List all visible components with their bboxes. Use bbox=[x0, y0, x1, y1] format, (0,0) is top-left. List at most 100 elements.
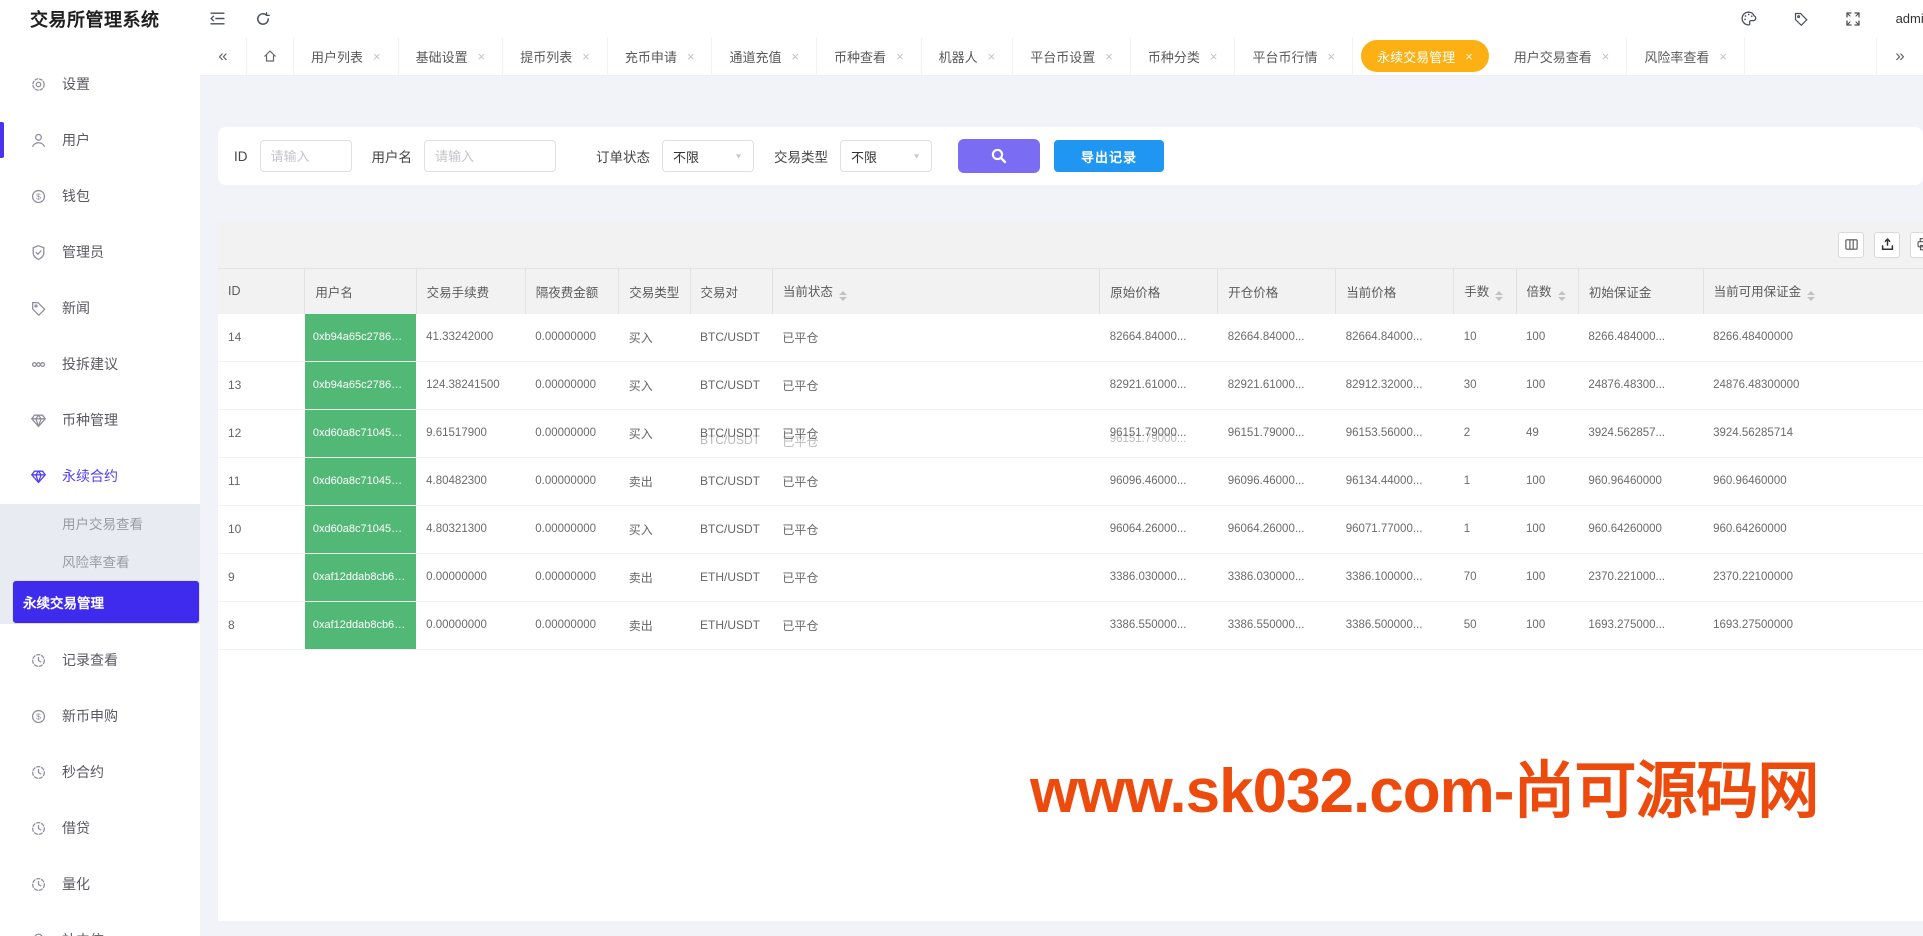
sidebar-item[interactable]: 新闻 bbox=[0, 280, 200, 336]
columns-filter-icon[interactable] bbox=[1838, 232, 1864, 258]
svg-text:$: $ bbox=[36, 711, 41, 721]
export-records-button[interactable]: 导出记录 bbox=[1054, 140, 1164, 172]
tab-item[interactable]: 风险率查看 × bbox=[1627, 37, 1745, 75]
cell-lots: 30 bbox=[1454, 361, 1516, 409]
cell-initial_margin: 960.96460000 bbox=[1578, 457, 1703, 505]
tab-close-icon[interactable]: × bbox=[896, 49, 904, 64]
cell-trade_type: 卖出 bbox=[619, 553, 690, 601]
sort-icon[interactable] bbox=[839, 291, 847, 301]
username-filter-input[interactable] bbox=[424, 140, 556, 172]
sidebar-item[interactable]: 设置 bbox=[0, 56, 200, 112]
cell-trade_type: 卖出 bbox=[619, 601, 690, 649]
sidebar-item[interactable]: 秒合约 bbox=[0, 744, 200, 800]
search-button[interactable] bbox=[958, 139, 1040, 173]
sort-icon[interactable] bbox=[1558, 291, 1566, 301]
cell-open_price: 96151.79000... bbox=[1218, 409, 1336, 457]
column-header-lots[interactable]: 手数 bbox=[1454, 269, 1516, 314]
tabs-scroll-right-icon[interactable]: » bbox=[1876, 37, 1923, 75]
sidebar-item[interactable]: 记录查看 bbox=[0, 632, 200, 688]
export-table-icon[interactable] bbox=[1874, 232, 1900, 258]
username-chip: 0xd60a8c7104532... bbox=[305, 458, 416, 505]
trade-type-select[interactable]: 不限 ▼ bbox=[840, 140, 932, 172]
column-header-multiple[interactable]: 倍数 bbox=[1516, 269, 1578, 314]
column-header-id: ID bbox=[218, 269, 305, 314]
sidebar-item[interactable]: 用户 bbox=[0, 112, 200, 168]
tab-item[interactable]: 平台币设置× bbox=[1013, 37, 1131, 75]
fullscreen-icon[interactable] bbox=[1840, 6, 1866, 32]
tab-item[interactable]: 平台币行情× bbox=[1235, 37, 1353, 75]
sidebar-item[interactable]: 借贷 bbox=[0, 800, 200, 856]
suggestion-icon bbox=[30, 356, 47, 373]
column-header-available_margin[interactable]: 当前可用保证金 bbox=[1703, 269, 1923, 314]
tab-item[interactable]: 机器人 × bbox=[922, 37, 1014, 75]
tab-close-icon[interactable]: × bbox=[1719, 49, 1727, 64]
admin-shield-icon bbox=[30, 244, 47, 261]
sidebar-item-label: 秒合约 bbox=[62, 762, 104, 782]
cell-trade_type: 买入 bbox=[619, 505, 690, 553]
tab-close-icon[interactable]: × bbox=[478, 49, 486, 64]
print-icon[interactable] bbox=[1910, 232, 1923, 258]
sidebar-item[interactable]: 永续合约 bbox=[0, 448, 200, 504]
tabs-scroll-left-icon[interactable]: « bbox=[200, 37, 246, 75]
username-chip: 0xd60a8c7104532... bbox=[305, 410, 416, 457]
tab-item[interactable]: 币种分类× bbox=[1131, 37, 1236, 75]
sidebar-item[interactable]: 投拆建议 bbox=[0, 336, 200, 392]
tab-item[interactable]: 基础设置× bbox=[399, 37, 504, 75]
tab-item[interactable]: 通道充值× bbox=[712, 37, 817, 75]
tab-item[interactable]: 提币列表× bbox=[503, 37, 608, 75]
cell-lots: 50 bbox=[1454, 601, 1516, 649]
id-filter-label: ID bbox=[234, 149, 248, 164]
tab-close-icon[interactable]: × bbox=[1210, 49, 1218, 64]
trades-table: ID用户名交易手续费隔夜费金额交易类型交易对当前状态原始价格开仓价格当前价格手数… bbox=[218, 268, 1923, 650]
sidebar-fold-icon[interactable] bbox=[204, 6, 230, 32]
column-header-status[interactable]: 当前状态 bbox=[772, 269, 1099, 314]
tab-close-icon[interactable]: × bbox=[1465, 49, 1473, 64]
cell-status: 已平仓 bbox=[772, 361, 1099, 409]
theme-palette-icon[interactable] bbox=[1736, 6, 1762, 32]
tab-item[interactable]: 用户交易查看 × bbox=[1497, 37, 1628, 75]
tab-label: 币种查看 bbox=[834, 47, 886, 66]
tab-close-icon[interactable]: × bbox=[1328, 49, 1336, 64]
sort-icon[interactable] bbox=[1495, 291, 1503, 301]
tab-bar: « 用户列表×基础设置×提币列表×充币申请×通道充值×币种查看×机器人×平台币设… bbox=[200, 37, 1923, 76]
sidebar-item-label: 设置 bbox=[62, 74, 90, 94]
tab-close-icon[interactable]: × bbox=[582, 49, 590, 64]
sidebar-item[interactable]: 量化 bbox=[0, 856, 200, 912]
tab-close-icon[interactable]: × bbox=[687, 49, 695, 64]
sidebar: 设置用户$钱包管理员新闻投拆建议币种管理永续合约用户交易查看风险率查看永续交易管… bbox=[0, 37, 200, 936]
tab-label: 用户交易查看 bbox=[1514, 47, 1592, 66]
tab-label: 用户列表 bbox=[311, 47, 363, 66]
sidebar-item[interactable]: $新币申购 bbox=[0, 688, 200, 744]
tag-icon[interactable] bbox=[1788, 6, 1814, 32]
sidebar-item[interactable]: $钱包 bbox=[0, 168, 200, 224]
sidebar-subitem[interactable]: 风险率查看 bbox=[0, 542, 200, 580]
tab-item[interactable]: 永续交易管理 × bbox=[1361, 40, 1489, 72]
home-tab-icon[interactable] bbox=[246, 37, 294, 75]
tab-label: 机器人 bbox=[939, 47, 978, 66]
id-filter-input[interactable] bbox=[260, 140, 352, 172]
tab-label: 风险率查看 bbox=[1644, 47, 1709, 66]
tab-close-icon[interactable]: × bbox=[373, 49, 381, 64]
sidebar-item-label: 币种管理 bbox=[62, 410, 118, 430]
tab-item[interactable]: 充币申请× bbox=[608, 37, 713, 75]
sidebar-item[interactable]: 币种管理 bbox=[0, 392, 200, 448]
sort-icon[interactable] bbox=[1807, 291, 1815, 301]
sidebar-subitem[interactable]: 用户交易查看 bbox=[0, 504, 200, 542]
tab-close-icon[interactable]: × bbox=[988, 49, 996, 64]
tab-item[interactable]: 用户列表 × bbox=[294, 37, 399, 75]
refresh-icon[interactable] bbox=[250, 6, 276, 32]
tab-close-icon[interactable]: × bbox=[791, 49, 799, 64]
cell-status: 已平仓 bbox=[772, 505, 1099, 553]
trade-type-filter-label: 交易类型 bbox=[774, 146, 828, 166]
admin-user-label[interactable]: admin bbox=[1896, 11, 1923, 26]
sidebar-item[interactable]: 站内信 bbox=[0, 912, 200, 936]
tab-label: 永续交易管理 bbox=[1377, 47, 1455, 66]
sidebar-item[interactable]: 管理员 bbox=[0, 224, 200, 280]
tab-close-icon[interactable]: × bbox=[1105, 49, 1113, 64]
tab-close-icon[interactable]: × bbox=[1602, 49, 1610, 64]
order-status-select[interactable]: 不限 ▼ bbox=[662, 140, 754, 172]
cell-open_price: 3386.030000... bbox=[1218, 553, 1336, 601]
tab-item[interactable]: 币种查看 × bbox=[817, 37, 922, 75]
cell-fee: 0.00000000 bbox=[416, 553, 525, 601]
sidebar-subitem[interactable]: 永续交易管理 bbox=[12, 580, 200, 624]
